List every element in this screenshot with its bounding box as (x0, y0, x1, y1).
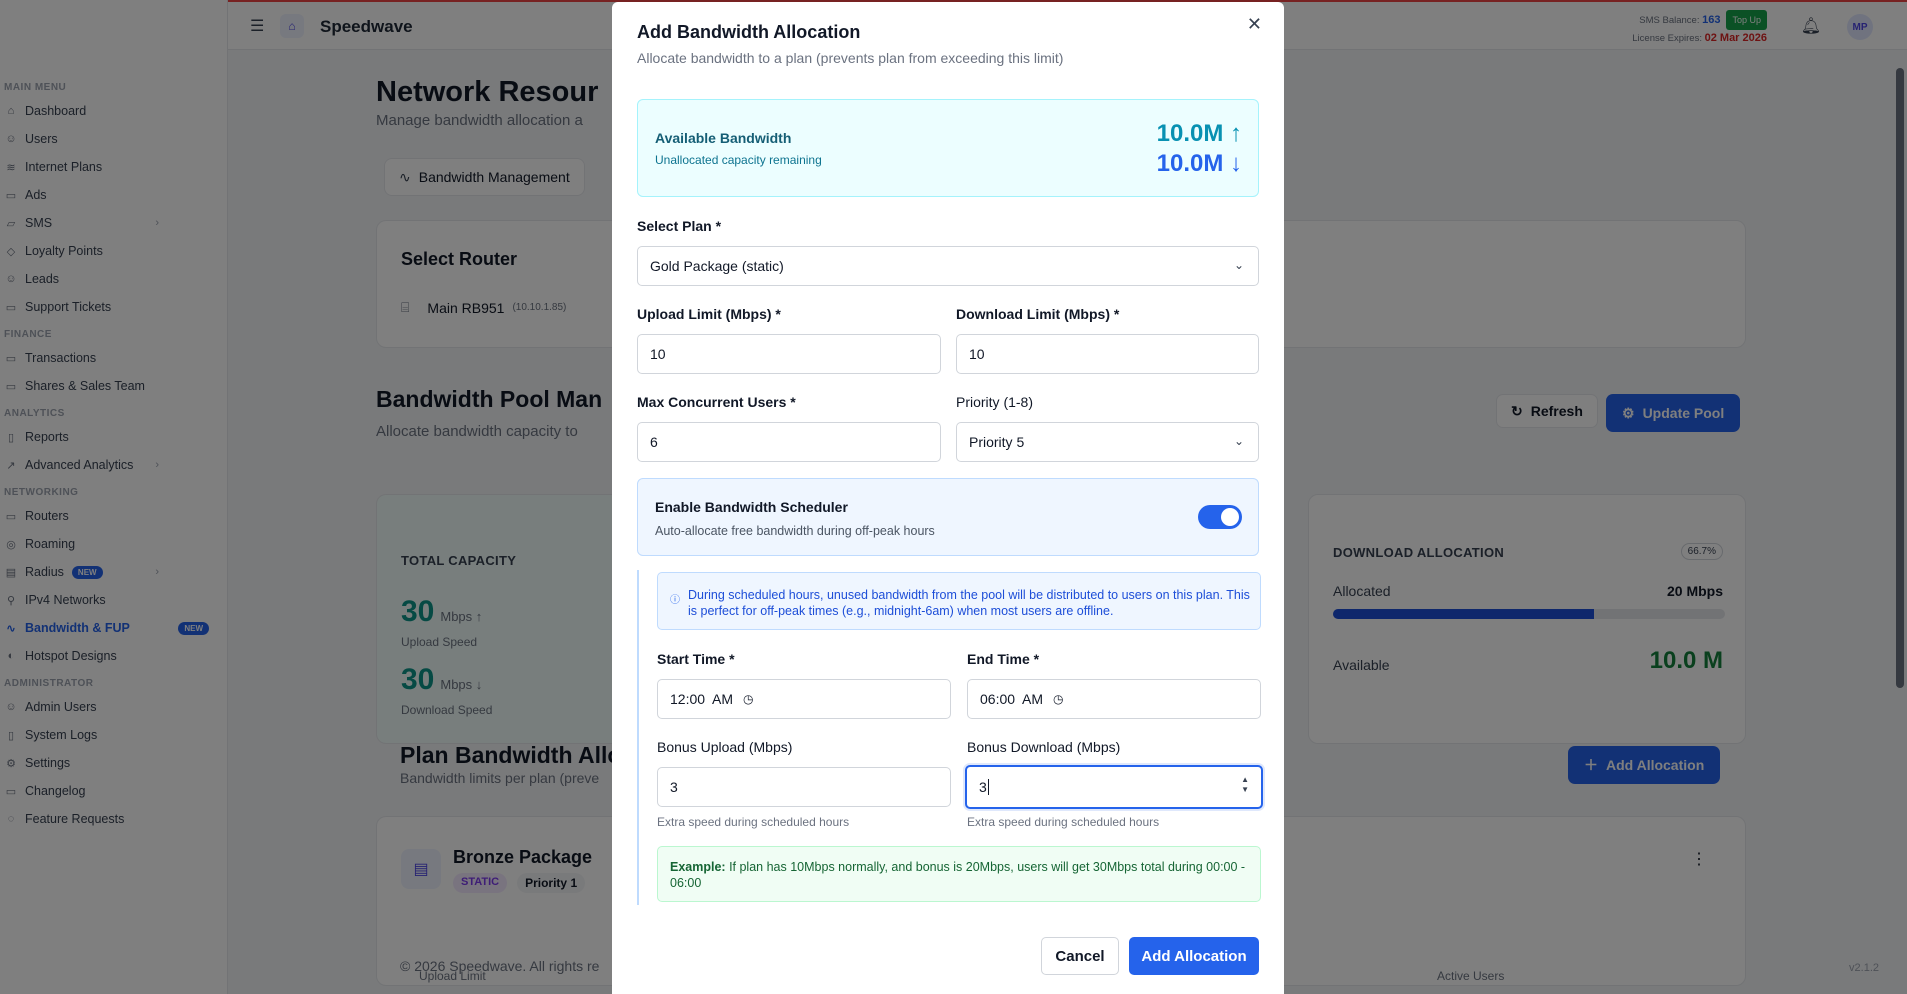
modal-title: Add Bandwidth Allocation (637, 22, 861, 42)
available-bandwidth-panel: Available Bandwidth Unallocated capacity… (637, 99, 1259, 197)
scheduler-toggle[interactable] (1198, 505, 1242, 529)
available-bandwidth-sub: Unallocated capacity remaining (655, 153, 822, 167)
download-limit-label: Download Limit (Mbps) * (956, 306, 1120, 322)
max-users-label: Max Concurrent Users * (637, 394, 796, 410)
upload-limit-value: 10 (650, 346, 666, 362)
text-cursor (987, 779, 989, 795)
available-download-value: 10.0M ↓ (1156, 150, 1242, 177)
modal-subtitle: Allocate bandwidth to a plan (prevents p… (637, 50, 1064, 66)
scheduler-info-text: During scheduled hours, unused bandwidth… (688, 588, 1250, 618)
priority-dropdown[interactable]: Priority 5 ⌄ (956, 422, 1259, 462)
info-icon: ⓘ (670, 595, 680, 606)
bonus-upload-label: Bonus Upload (Mbps) (657, 739, 793, 755)
bonus-download-input[interactable]: 3 ▲ ▼ (965, 765, 1263, 809)
cancel-button[interactable]: Cancel (1041, 937, 1119, 975)
add-allocation-button[interactable]: Add Allocation (1129, 937, 1259, 975)
number-stepper-icon[interactable]: ▲ ▼ (1241, 775, 1249, 795)
upload-limit-input[interactable]: 10 (637, 334, 941, 374)
bonus-upload-value: 3 (670, 779, 678, 795)
select-plan-value: Gold Package (static) (650, 258, 784, 274)
download-limit-input[interactable]: 10 (956, 334, 1259, 374)
select-plan-dropdown[interactable]: Gold Package (static) ⌄ (637, 246, 1259, 286)
toggle-knob (1221, 508, 1239, 526)
bonus-download-value: 3 (979, 779, 987, 795)
start-time-value: 12:00 AM (670, 691, 734, 707)
chevron-down-icon: ⌄ (1233, 434, 1244, 448)
example-body: If plan has 10Mbps normally, and bonus i… (670, 860, 1246, 890)
bonus-upload-helper: Extra speed during scheduled hours (657, 815, 850, 829)
close-icon[interactable]: ✕ (1247, 14, 1262, 35)
max-users-input[interactable]: 6 (637, 422, 941, 462)
example-box: Example: If plan has 10Mbps normally, an… (657, 846, 1261, 902)
available-bandwidth-label: Available Bandwidth (655, 130, 792, 146)
max-users-value: 6 (650, 434, 658, 450)
end-time-label: End Time * (967, 651, 1040, 667)
scheduler-info-box: ⓘ During scheduled hours, unused bandwid… (657, 572, 1261, 630)
scheduler-title: Enable Bandwidth Scheduler (655, 499, 848, 515)
add-bandwidth-allocation-modal: Add Bandwidth Allocation Allocate bandwi… (612, 2, 1284, 994)
scheduler-settings: ⓘ During scheduled hours, unused bandwid… (637, 570, 1263, 905)
example-text: Example: If plan has 10Mbps normally, an… (670, 859, 1250, 891)
download-limit-value: 10 (969, 346, 985, 362)
bonus-download-label: Bonus Download (Mbps) (967, 739, 1121, 755)
priority-value: Priority 5 (969, 434, 1025, 450)
bonus-download-helper: Extra speed during scheduled hours (967, 815, 1160, 829)
end-time-value: 06:00 AM (980, 691, 1044, 707)
available-upload-value: 10.0M ↑ (1156, 120, 1242, 147)
start-time-input[interactable]: 12:00 AM ◷ (657, 679, 951, 719)
select-plan-label: Select Plan * (637, 218, 722, 234)
priority-label: Priority (1-8) (956, 394, 1034, 410)
upload-limit-label: Upload Limit (Mbps) * (637, 306, 781, 322)
bonus-upload-input[interactable]: 3 (657, 767, 951, 807)
clock-icon: ◷ (743, 692, 754, 706)
end-time-input[interactable]: 06:00 AM ◷ (967, 679, 1261, 719)
start-time-label: Start Time * (657, 651, 735, 667)
scheduler-toggle-panel: Enable Bandwidth Scheduler Auto-allocate… (637, 478, 1259, 556)
chevron-down-icon: ⌄ (1233, 258, 1244, 272)
clock-icon: ◷ (1053, 692, 1064, 706)
example-label: Example: (670, 860, 726, 874)
scheduler-subtitle: Auto-allocate free bandwidth during off-… (655, 524, 935, 538)
